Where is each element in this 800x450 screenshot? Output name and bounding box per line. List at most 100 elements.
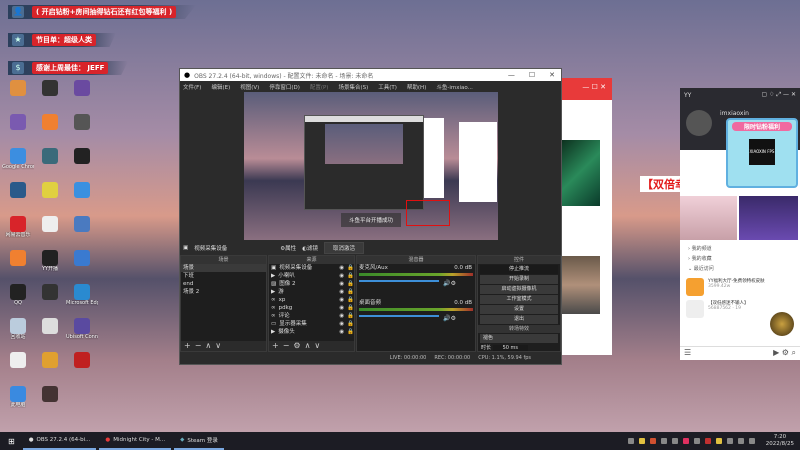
speaker-icon[interactable]: 🔊⚙ bbox=[441, 315, 456, 322]
source-item[interactable]: ▶ 小喇叭 ◉ 🔒 bbox=[269, 272, 354, 280]
desktop-icon[interactable] bbox=[66, 182, 98, 216]
menu-item[interactable]: 编辑(E) bbox=[211, 83, 230, 91]
desktop-icon[interactable]: 回收站 bbox=[2, 318, 34, 352]
lock-icon[interactable]: 🔒 bbox=[347, 304, 354, 312]
lock-icon[interactable]: 🔒 bbox=[347, 312, 354, 320]
lock-icon[interactable]: 🔒 bbox=[347, 328, 354, 336]
control-button[interactable]: 退出 bbox=[480, 315, 558, 324]
menu-item[interactable]: 停靠窗口(D) bbox=[269, 83, 300, 91]
title-bar[interactable]: ● OBS 27.2.4 (64-bit, windows) - 配置文件: 未… bbox=[180, 69, 561, 81]
desktop-icon[interactable] bbox=[66, 250, 98, 284]
control-button[interactable]: 启动虚拟摄像机 bbox=[480, 285, 558, 294]
visibility-eye-icon[interactable]: ◉ bbox=[339, 272, 344, 280]
control-button[interactable]: 设置 bbox=[480, 305, 558, 314]
source-item[interactable]: ∞ 评论 ◉ 🔒 bbox=[269, 312, 354, 320]
desktop-icon[interactable] bbox=[2, 182, 34, 216]
stream-thumbnail[interactable] bbox=[739, 196, 798, 240]
desktop-icon[interactable]: 网易云音乐 bbox=[2, 216, 34, 250]
visibility-eye-icon[interactable]: ◉ bbox=[339, 296, 344, 304]
visibility-eye-icon[interactable]: ◉ bbox=[339, 304, 344, 312]
desktop-icon[interactable] bbox=[34, 114, 66, 148]
desktop-icon[interactable]: YY开播 bbox=[34, 250, 66, 284]
scene-item[interactable]: 场景 2 bbox=[181, 288, 266, 296]
desktop-icon[interactable] bbox=[34, 284, 66, 318]
taskbar-item-obs[interactable]: ● OBS 27.2.4 (64-bi... bbox=[22, 432, 97, 450]
visibility-eye-icon[interactable]: ◉ bbox=[339, 280, 344, 288]
menu-item[interactable]: 帮助(H) bbox=[407, 83, 426, 91]
menu-item[interactable]: 斗鱼-imxiao... bbox=[436, 83, 473, 91]
start-button[interactable]: ⊞ bbox=[0, 437, 23, 446]
desktop-icon[interactable]: Ubisoft Connect bbox=[66, 318, 98, 352]
transition-select[interactable]: 褪色 bbox=[480, 334, 558, 343]
music-app-window[interactable]: — ☐ ✕ bbox=[556, 78, 612, 355]
visibility-eye-icon[interactable]: ◉ bbox=[339, 312, 344, 320]
menu-item[interactable]: 工具(T) bbox=[378, 83, 397, 91]
source-item[interactable]: ▶ 摄像头 ◉ 🔒 bbox=[269, 328, 354, 336]
source-item[interactable]: ▨ 图像 2 ◉ 🔒 bbox=[269, 280, 354, 288]
control-button[interactable]: 停止推流 bbox=[480, 265, 558, 274]
desktop-icon[interactable] bbox=[2, 352, 34, 386]
scene-controls[interactable]: +−∧∨ bbox=[181, 341, 266, 351]
source-item[interactable]: ▶ 游 ◉ 🔒 bbox=[269, 288, 354, 296]
menu-favorites[interactable]: › 我的收藏 bbox=[688, 254, 792, 264]
source-item[interactable]: ∞ pdkg ◉ 🔒 bbox=[269, 304, 354, 312]
control-button[interactable]: 开始录制 bbox=[480, 275, 558, 284]
source-item[interactable]: ▭ 显示器采集 ◉ 🔒 bbox=[269, 320, 354, 328]
menu-item[interactable]: 配置(P) bbox=[310, 83, 329, 91]
avatar[interactable] bbox=[686, 110, 712, 136]
menu-icon[interactable]: ☰ bbox=[684, 348, 691, 359]
close-button[interactable]: ✕ bbox=[549, 71, 555, 79]
desktop-icon[interactable]: 此电脑 bbox=[2, 386, 34, 420]
toolbar-icons[interactable]: ▶ ⚙ ⌕ bbox=[773, 348, 796, 359]
duration-input[interactable]: 50 ms bbox=[492, 345, 529, 351]
preview-canvas[interactable]: 斗鱼平台开播成功 bbox=[244, 92, 498, 240]
desktop-icon[interactable] bbox=[34, 352, 66, 386]
stream-thumbnail[interactable] bbox=[680, 196, 737, 240]
menu-my-channel[interactable]: › 我的频道 bbox=[688, 244, 792, 254]
scene-item[interactable]: 下班 bbox=[181, 272, 266, 280]
desktop-icon[interactable] bbox=[2, 80, 34, 114]
maximize-button[interactable]: ☐ bbox=[529, 71, 535, 79]
volume-slider[interactable] bbox=[359, 280, 440, 282]
desktop-icon[interactable] bbox=[34, 182, 66, 216]
lock-icon[interactable]: 🔒 bbox=[347, 320, 354, 328]
menu-item[interactable]: 文件(F) bbox=[183, 83, 201, 91]
desktop-icon[interactable] bbox=[66, 216, 98, 250]
desktop-icon[interactable] bbox=[66, 148, 98, 182]
speaker-icon[interactable]: 🔊⚙ bbox=[441, 280, 456, 287]
desktop-icon[interactable] bbox=[34, 386, 66, 420]
source-item[interactable]: ∞ xp ◉ 🔒 bbox=[269, 296, 354, 304]
source-item[interactable]: ▣ 视频采集设备 ◉ 🔒 bbox=[269, 264, 354, 272]
lock-icon[interactable]: 🔒 bbox=[347, 288, 354, 296]
taskbar-item-steam[interactable]: ◆ Steam 登录 bbox=[174, 432, 224, 450]
properties-button[interactable]: ⚙属性 bbox=[280, 244, 296, 252]
volume-slider[interactable] bbox=[359, 315, 440, 317]
desktop-icon[interactable] bbox=[34, 216, 66, 250]
window-controls[interactable]: ▢ ♢ ⤢ — ✕ bbox=[761, 91, 796, 99]
desktop-icon[interactable]: QQ bbox=[2, 284, 34, 318]
menu-recent[interactable]: ⌄ 最近访问 bbox=[688, 264, 792, 274]
control-button[interactable]: 工作室模式 bbox=[480, 295, 558, 304]
visibility-eye-icon[interactable]: ◉ bbox=[339, 264, 344, 272]
desktop-icon[interactable] bbox=[34, 148, 66, 182]
visibility-eye-icon[interactable]: ◉ bbox=[339, 328, 344, 336]
desktop-icon[interactable] bbox=[66, 80, 98, 114]
desktop-icon[interactable] bbox=[66, 352, 98, 386]
scene-item[interactable]: end bbox=[181, 280, 266, 288]
menu-item[interactable]: 视图(V) bbox=[240, 83, 259, 91]
minimize-button[interactable]: — bbox=[508, 71, 515, 79]
desktop-icon[interactable] bbox=[66, 114, 98, 148]
lock-icon[interactable]: 🔒 bbox=[347, 272, 354, 280]
desktop-icon[interactable] bbox=[2, 114, 34, 148]
desktop-icon[interactable] bbox=[34, 80, 66, 114]
system-tray[interactable]: 7:20 2022/8/25 bbox=[627, 434, 800, 448]
visibility-eye-icon[interactable]: ◉ bbox=[339, 288, 344, 296]
lock-icon[interactable]: 🔒 bbox=[347, 296, 354, 304]
selection-box[interactable] bbox=[406, 200, 450, 226]
dragon-badge[interactable] bbox=[770, 312, 794, 336]
lock-icon[interactable]: 🔒 bbox=[347, 280, 354, 288]
desktop-icon[interactable]: Google Chrome bbox=[2, 148, 34, 182]
lock-icon[interactable]: 🔒 bbox=[347, 264, 354, 272]
visibility-eye-icon[interactable]: ◉ bbox=[339, 320, 344, 328]
source-controls[interactable]: +−⚙∧∨ bbox=[269, 341, 354, 351]
